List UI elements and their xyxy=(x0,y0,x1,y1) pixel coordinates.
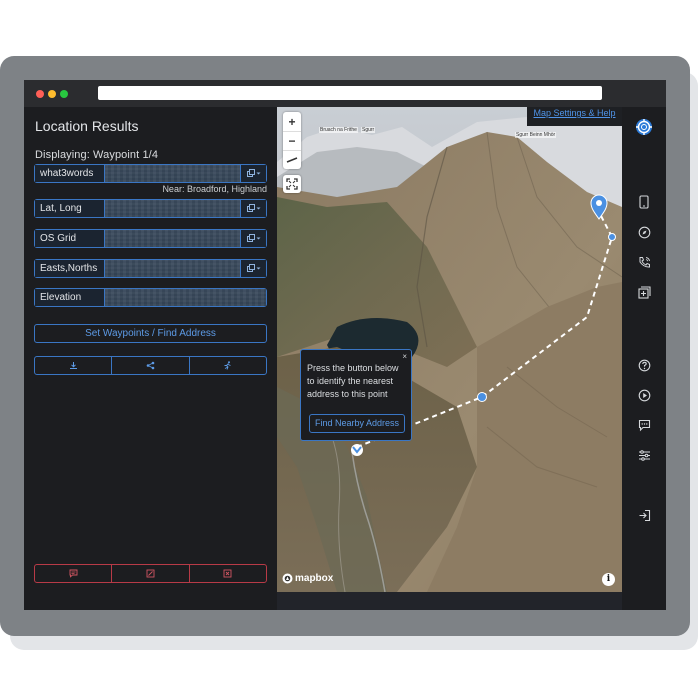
popup-message: Press the button below to identify the n… xyxy=(307,363,399,399)
route-button[interactable] xyxy=(188,357,266,374)
share-icon xyxy=(146,361,155,370)
popup-close-button[interactable]: × xyxy=(402,352,407,361)
near-location-text: Near: Broadford, Highland xyxy=(162,184,267,194)
call-button[interactable] xyxy=(634,252,654,272)
mapbox-mark-icon xyxy=(282,573,293,584)
map-settings-link[interactable]: Map Settings & Help xyxy=(527,107,622,126)
close-square-icon xyxy=(223,569,232,578)
peak-label: Sgurr Beinn Mhòr xyxy=(515,132,557,138)
what3words-value[interactable] xyxy=(105,165,240,182)
zoom-in-button[interactable]: + xyxy=(283,112,301,131)
message-button[interactable] xyxy=(634,415,654,435)
action-button-group xyxy=(34,356,267,375)
info-icon[interactable]: i xyxy=(602,573,615,586)
elevation-value[interactable] xyxy=(105,289,266,306)
logout-icon xyxy=(639,509,650,521)
copy-icon xyxy=(246,264,260,272)
field-label: Elevation xyxy=(35,289,105,306)
zoom-control: + − xyxy=(283,112,301,169)
comment-icon xyxy=(69,569,78,578)
close-window-button[interactable] xyxy=(36,90,44,98)
call-icon xyxy=(639,256,650,268)
copy-button[interactable] xyxy=(240,230,266,247)
os-grid-field: OS Grid xyxy=(34,229,267,248)
set-waypoints-button[interactable]: Set Waypoints / Find Address xyxy=(34,324,267,343)
lifebuoy-icon xyxy=(636,119,652,135)
easts-norths-field: Easts,Norths xyxy=(34,259,267,278)
peak-label: Sgurr xyxy=(361,127,376,133)
minimize-window-button[interactable] xyxy=(48,90,56,98)
copy-icon xyxy=(246,169,260,177)
compass-reset-button[interactable] xyxy=(283,150,301,169)
compass-button[interactable] xyxy=(634,222,654,242)
phone-button[interactable] xyxy=(634,192,654,212)
download-button[interactable] xyxy=(35,357,111,374)
settings-sliders-button[interactable] xyxy=(634,445,654,465)
delete-button[interactable] xyxy=(188,565,266,582)
copy-icon xyxy=(246,204,260,212)
waypoint-indicator: Displaying: Waypoint 1/4 xyxy=(35,149,159,161)
running-icon xyxy=(224,361,231,370)
phone-icon xyxy=(639,195,649,209)
map-view[interactable]: Bruach na Frithe Sgurr Sgurr Beinn Mhòr … xyxy=(277,107,622,610)
compass-icon xyxy=(638,226,650,238)
map-footer xyxy=(277,592,622,610)
copy-button[interactable] xyxy=(240,260,266,277)
plus-square-icon xyxy=(637,285,651,299)
lat-long-field: Lat, Long xyxy=(34,199,267,218)
what3words-field: what3words xyxy=(34,164,267,183)
add-button[interactable] xyxy=(634,282,654,302)
field-label: Easts,Norths xyxy=(35,260,105,277)
easts-norths-value[interactable] xyxy=(105,260,240,277)
right-toolbar xyxy=(622,107,666,610)
sliders-icon xyxy=(638,449,650,461)
fullscreen-button[interactable] xyxy=(283,175,301,193)
mapbox-logo-text: mapbox xyxy=(295,573,334,584)
maximize-window-button[interactable] xyxy=(60,90,68,98)
compass-needle-icon xyxy=(286,157,298,163)
copy-button[interactable] xyxy=(240,200,266,217)
logout-button[interactable] xyxy=(634,505,654,525)
download-icon xyxy=(69,362,77,369)
browser-window: Location Results Displaying: Waypoint 1/… xyxy=(24,80,666,610)
panel-title: Location Results xyxy=(35,118,139,134)
fullscreen-icon xyxy=(286,178,298,190)
browser-titlebar xyxy=(24,80,666,107)
os-grid-value[interactable] xyxy=(105,230,240,247)
play-icon xyxy=(638,389,650,401)
elevation-field: Elevation xyxy=(34,288,267,307)
location-results-panel: Location Results Displaying: Waypoint 1/… xyxy=(24,107,277,610)
share-button[interactable] xyxy=(111,357,188,374)
zoom-out-button[interactable]: − xyxy=(283,131,301,150)
field-label: Lat, Long xyxy=(35,200,105,217)
help-icon xyxy=(638,359,650,371)
find-address-popup: × Press the button below to identify the… xyxy=(300,349,412,441)
mapbox-logo[interactable]: mapbox xyxy=(282,573,333,584)
message-icon xyxy=(638,419,650,431)
danger-button-group xyxy=(34,564,267,583)
edit-icon xyxy=(146,569,155,578)
copy-button[interactable] xyxy=(240,165,266,182)
find-nearby-address-button[interactable]: Find Nearby Address xyxy=(309,414,405,433)
edit-button[interactable] xyxy=(111,565,188,582)
field-label: OS Grid xyxy=(35,230,105,247)
peak-label: Bruach na Frithe xyxy=(319,127,358,133)
comment-button[interactable] xyxy=(35,565,111,582)
field-label: what3words xyxy=(35,165,105,182)
address-bar[interactable] xyxy=(98,86,602,100)
lat-long-value[interactable] xyxy=(105,200,240,217)
lifebuoy-button[interactable] xyxy=(634,117,654,137)
help-button[interactable] xyxy=(634,355,654,375)
copy-icon xyxy=(246,234,260,242)
play-button[interactable] xyxy=(634,385,654,405)
